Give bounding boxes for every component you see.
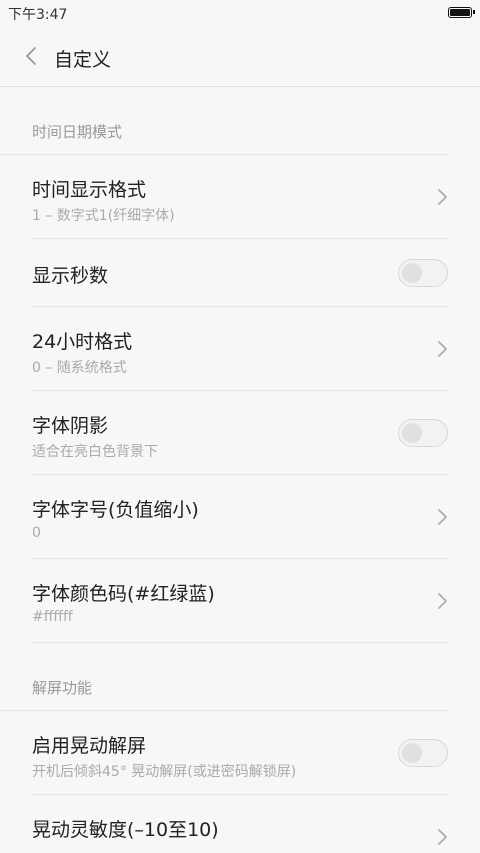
battery-icon [448,7,475,18]
chevron-right-icon [438,341,447,357]
row-shake-sensitivity[interactable]: 晃动灵敏度(–10至10) [32,795,448,853]
row-title: 启用晃动解屏 [32,735,147,757]
row-subtitle: 适合在亮白色背景下 [32,444,158,460]
chevron-right-icon [438,189,447,205]
row-font-shadow[interactable]: 字体阴影 适合在亮白色背景下 [32,391,448,475]
row-subtitle: 开机后倾斜45° 晃动解屏(或进密码解锁屏) [32,764,297,780]
section-header-time-date: 时间日期模式 [0,87,448,155]
row-title: 晃动灵敏度(–10至10) [32,819,219,841]
row-font-color-code[interactable]: 字体颜色码(#红绿蓝) #ffffff [32,559,448,643]
row-time-display-format[interactable]: 时间显示格式 1 – 数字式1(纤细字体) [32,155,448,239]
row-title: 字体字号(负值缩小) [32,499,199,521]
status-time: 下午3:47 [8,7,68,23]
row-title: 字体颜色码(#红绿蓝) [32,583,215,605]
title-bar: 自定义 [0,26,480,87]
chevron-right-icon [438,829,447,845]
row-title: 显示秒数 [32,265,109,287]
row-subtitle: 1 – 数字式1(纤细字体) [32,208,175,224]
toggle-knob [402,423,422,443]
row-subtitle: 0 – 随系统格式 [32,360,127,376]
row-shake-unlock[interactable]: 启用晃动解屏 开机后倾斜45° 晃动解屏(或进密码解锁屏) [32,711,448,795]
row-24-hour-format[interactable]: 24小时格式 0 – 随系统格式 [32,307,448,391]
font-shadow-toggle[interactable] [398,419,448,447]
row-title: 字体阴影 [32,415,109,437]
shake-unlock-toggle[interactable] [398,739,448,767]
settings-list[interactable]: 时间日期模式 时间显示格式 1 – 数字式1(纤细字体) 显示秒数 24小时格式… [0,87,480,853]
toggle-knob [402,743,422,763]
toggle-knob [402,263,422,283]
row-subtitle: #ffffff [32,609,73,625]
row-show-seconds[interactable]: 显示秒数 [32,239,448,307]
chevron-right-icon [438,509,447,525]
page-title: 自定义 [54,49,112,71]
show-seconds-toggle[interactable] [398,259,448,287]
row-subtitle: 0 [32,525,41,541]
chevron-right-icon [438,593,447,609]
section-header-unlock: 解屏功能 [0,643,448,711]
row-title: 时间显示格式 [32,179,147,201]
row-font-size[interactable]: 字体字号(负值缩小) 0 [32,475,448,559]
status-bar: 下午3:47 [0,0,480,26]
back-chevron-icon[interactable] [20,44,44,68]
row-title: 24小时格式 [32,331,133,353]
